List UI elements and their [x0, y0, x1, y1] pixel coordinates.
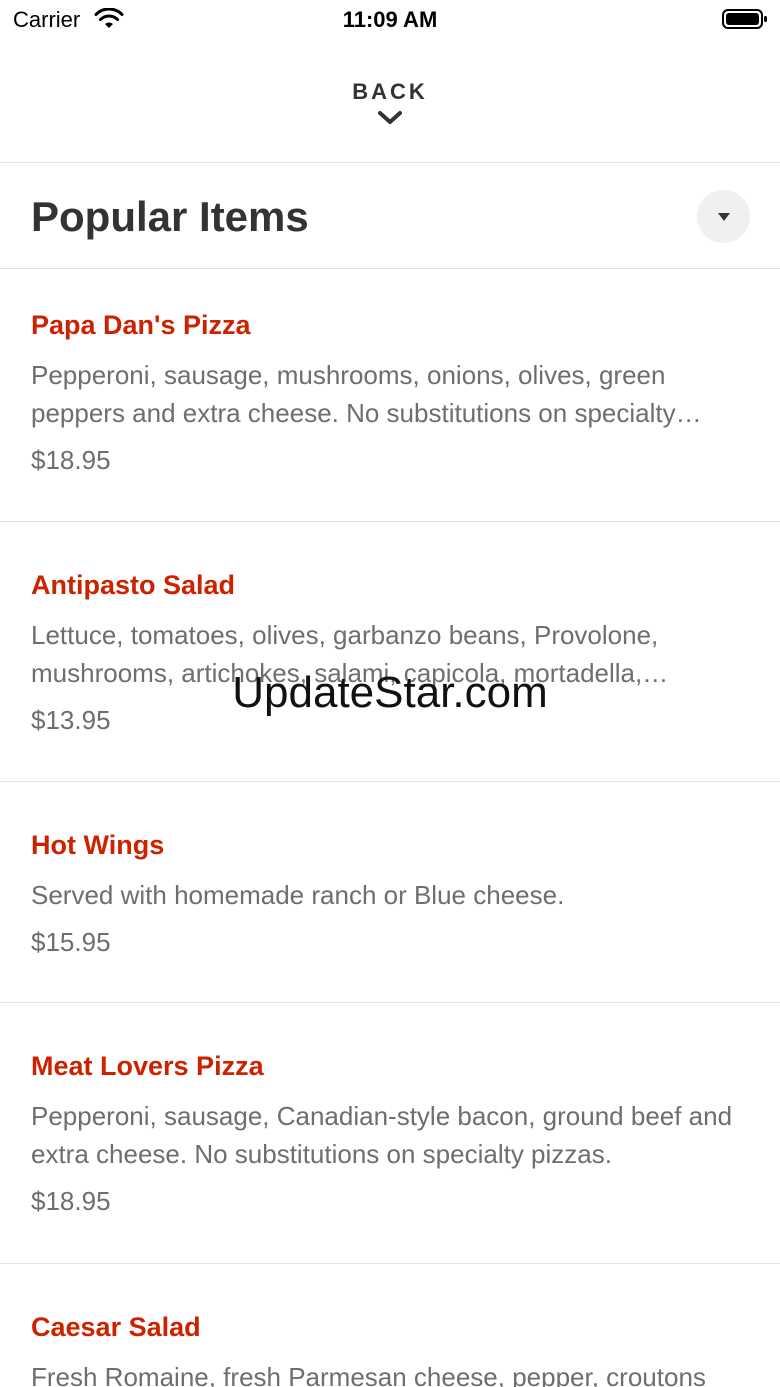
- back-label: BACK: [352, 79, 428, 104]
- item-description: Lettuce, tomatoes, olives, garbanzo bean…: [31, 620, 659, 688]
- section-collapse-button[interactable]: [697, 190, 750, 243]
- item-price: $18.95: [31, 1186, 111, 1216]
- item-name: Caesar Salad: [31, 1312, 201, 1342]
- menu-item[interactable]: Antipasto Salad Lettuce, tomatoes, olive…: [0, 522, 780, 781]
- item-description: Pepperoni, sausage, Canadian-style bacon…: [31, 1101, 733, 1169]
- back-button[interactable]: BACK: [0, 74, 780, 140]
- menu-item[interactable]: Papa Dan's Pizza Pepperoni, sausage, mus…: [0, 269, 780, 521]
- status-time: 11:09 AM: [342, 7, 438, 32]
- section-title: Popular Items: [31, 193, 309, 240]
- item-price: $13.95: [31, 705, 111, 735]
- item-name: Antipasto Salad: [31, 570, 236, 600]
- header-divider: [0, 162, 780, 163]
- status-bar: Carrier 11:09 AM: [0, 0, 780, 40]
- item-name: Papa Dan's Pizza: [31, 310, 251, 340]
- menu-item[interactable]: Meat Lovers Pizza Pepperoni, sausage, Ca…: [0, 1003, 780, 1263]
- item-price: $15.95: [31, 927, 111, 957]
- triangle-down-icon: [717, 212, 730, 221]
- item-name: Hot Wings: [31, 830, 165, 860]
- menu-item[interactable]: Caesar Salad Fresh Romaine, fresh Parmes…: [0, 1264, 780, 1387]
- battery-icon: [722, 9, 767, 29]
- item-description: Fresh Romaine, fresh Parmesan cheese, pe…: [31, 1362, 706, 1387]
- item-name: Meat Lovers Pizza: [31, 1051, 264, 1081]
- chevron-down-icon: [378, 111, 402, 124]
- item-description: Pepperoni, sausage, mushrooms, onions, o…: [31, 360, 676, 428]
- menu-item[interactable]: Hot Wings Served with homemade ranch or …: [0, 782, 780, 1002]
- item-description: Served with homemade ranch or Blue chees…: [31, 880, 565, 910]
- item-price: $18.95: [31, 445, 111, 475]
